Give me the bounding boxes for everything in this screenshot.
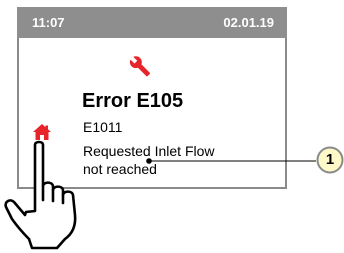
error-message-line1: Requested Inlet Flow [83, 143, 215, 159]
callout-number: 1 [325, 151, 335, 168]
error-message-line2: not reached [83, 161, 157, 177]
clock-time: 11:07 [32, 15, 65, 30]
clock-date: 02.01.19 [223, 15, 274, 30]
wrench-icon [129, 56, 151, 77]
error-title: Error E105 [82, 90, 184, 112]
status-bar: 11:07 02.01.19 [17, 7, 287, 38]
pointing-hand-icon [4, 140, 77, 250]
error-code: E1011 [83, 119, 123, 135]
